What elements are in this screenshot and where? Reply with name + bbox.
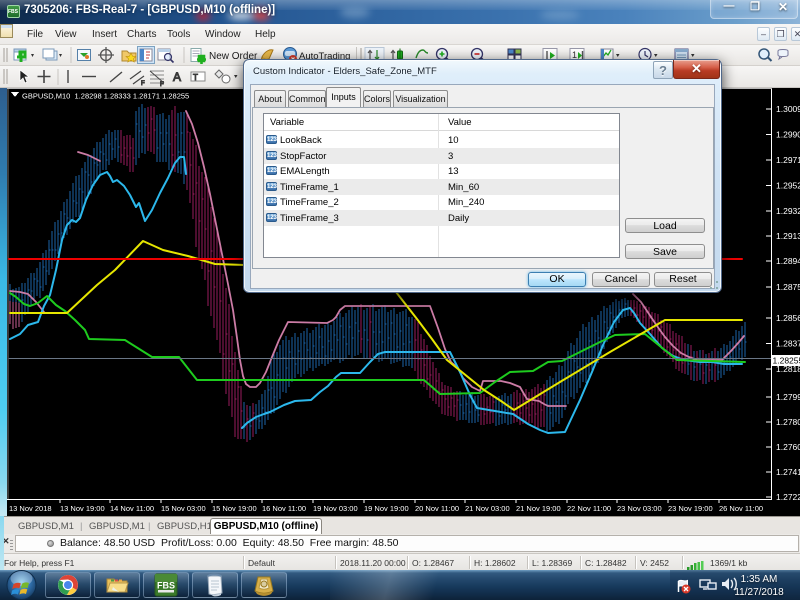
svg-text:15 Nov 19:00: 15 Nov 19:00: [212, 504, 257, 513]
svg-text:26 Nov 11:00: 26 Nov 11:00: [719, 504, 763, 513]
svg-text:16 Nov 11:00: 16 Nov 11:00: [262, 504, 306, 513]
svg-text:22 Nov 11:00: 22 Nov 11:00: [567, 504, 611, 513]
svg-text:A: A: [173, 70, 181, 84]
svg-text:T: T: [193, 73, 198, 82]
svg-text:13 Nov 2018: 13 Nov 2018: [9, 504, 52, 513]
svg-text:20 Nov 11:00: 20 Nov 11:00: [415, 504, 459, 513]
svg-text:1.29713: 1.29713: [776, 155, 800, 165]
svg-text:1.28948: 1.28948: [776, 256, 800, 266]
svg-text:FBS: FBS: [157, 581, 175, 591]
svg-text:23 Nov 03:00: 23 Nov 03:00: [617, 504, 662, 513]
svg-text:1.29903: 1.29903: [776, 130, 800, 140]
svg-text:15 Nov 03:00: 15 Nov 03:00: [161, 504, 206, 513]
svg-text:19 Nov 19:00: 19 Nov 19:00: [364, 504, 409, 513]
svg-text:1.28255: 1.28255: [773, 356, 800, 366]
svg-text:14 Nov 11:00: 14 Nov 11:00: [110, 504, 154, 513]
svg-text:1.28373: 1.28373: [776, 339, 800, 349]
svg-text:23 Nov 19:00: 23 Nov 19:00: [668, 504, 713, 513]
svg-text:1.30093: 1.30093: [776, 104, 800, 114]
svg-text:21 Nov 03:00: 21 Nov 03:00: [465, 504, 510, 513]
svg-text:1.27993: 1.27993: [776, 392, 800, 402]
svg-text:F: F: [160, 82, 164, 88]
svg-text:13 Nov 19:00: 13 Nov 19:00: [60, 504, 105, 513]
svg-text:1.29138: 1.29138: [776, 231, 800, 241]
svg-text:1.27608: 1.27608: [776, 442, 800, 452]
svg-text:1.27803: 1.27803: [776, 417, 800, 427]
svg-text:1.28758: 1.28758: [776, 282, 800, 292]
svg-text:F: F: [141, 81, 145, 87]
svg-text:GBPUSD,M10 1.28298 1.28333 1.: GBPUSD,M10 1.28298 1.28333 1.28171 1.282…: [22, 92, 189, 101]
svg-text:1.29523: 1.29523: [776, 181, 800, 191]
svg-text:1.27418: 1.27418: [776, 467, 800, 477]
svg-text:21 Nov 19:00: 21 Nov 19:00: [516, 504, 561, 513]
svg-text:1.28563: 1.28563: [776, 313, 800, 323]
svg-text:1.27228: 1.27228: [776, 492, 800, 502]
svg-text:1.29328: 1.29328: [776, 206, 800, 216]
svg-text:19 Nov 03:00: 19 Nov 03:00: [313, 504, 358, 513]
